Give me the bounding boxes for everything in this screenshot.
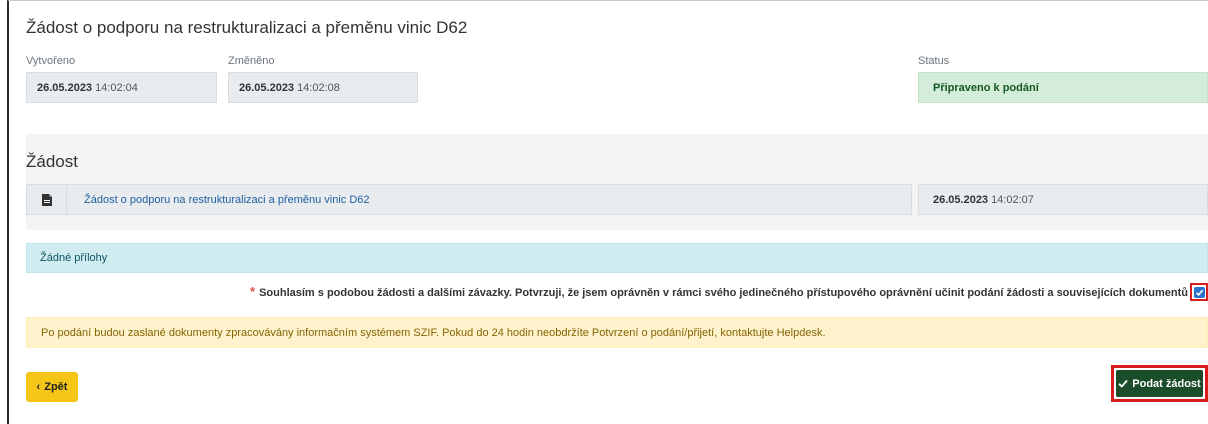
back-button-label: Zpět [44, 381, 68, 393]
check-icon [1118, 379, 1128, 388]
consent-label[interactable]: Souhlasím s podobou žádosti a dalšími zá… [259, 287, 1188, 299]
changed-label: Změněno [228, 55, 275, 67]
created-date: 26.05.2023 [37, 81, 93, 94]
created-field: 26.05.2023 14:02:04 [26, 72, 217, 103]
pdf-file-icon [27, 185, 67, 214]
page-title: Žádost o podporu na restrukturalizaci a … [26, 18, 468, 37]
application-section-title: Žádost [26, 152, 78, 171]
changed-time: 14:02:08 [297, 81, 340, 94]
document-date: 26.05.2023 [933, 193, 989, 206]
chevron-left-icon: ‹ [36, 381, 41, 393]
document-date-field: 26.05.2023 14:02:07 [918, 184, 1208, 215]
document-time: 14:02:07 [991, 193, 1034, 206]
document-row: Žádost o podporu na restrukturalizaci a … [26, 184, 912, 215]
changed-field: 26.05.2023 14:02:08 [228, 72, 418, 103]
consent-checkbox[interactable] [1193, 286, 1205, 298]
consent-checkbox-highlight [1190, 283, 1208, 301]
check-icon [1195, 289, 1203, 296]
created-time: 14:02:04 [95, 81, 138, 94]
submit-button-label: Podat žádost [1132, 377, 1201, 390]
document-link[interactable]: Žádost o podporu na restrukturalizaci a … [84, 194, 370, 206]
created-label: Vytvořeno [26, 55, 76, 67]
status-badge: Připraveno k podání [918, 72, 1208, 103]
application-section [26, 134, 1208, 230]
status-label: Status [918, 55, 950, 67]
submission-notice: Po podání budou zaslané dokumenty zpraco… [26, 317, 1208, 348]
attachments-empty-alert: Žádné přílohy [26, 243, 1208, 273]
back-button[interactable]: ‹ Zpět [26, 372, 78, 402]
required-mark: * [250, 284, 256, 299]
changed-date: 26.05.2023 [239, 81, 295, 94]
submit-button[interactable]: Podat žádost [1116, 370, 1203, 397]
submit-button-highlight: Podat žádost [1111, 365, 1208, 402]
consent-text-row: * Souhlasím s podobou žádosti a dalšími z… [250, 284, 1188, 299]
